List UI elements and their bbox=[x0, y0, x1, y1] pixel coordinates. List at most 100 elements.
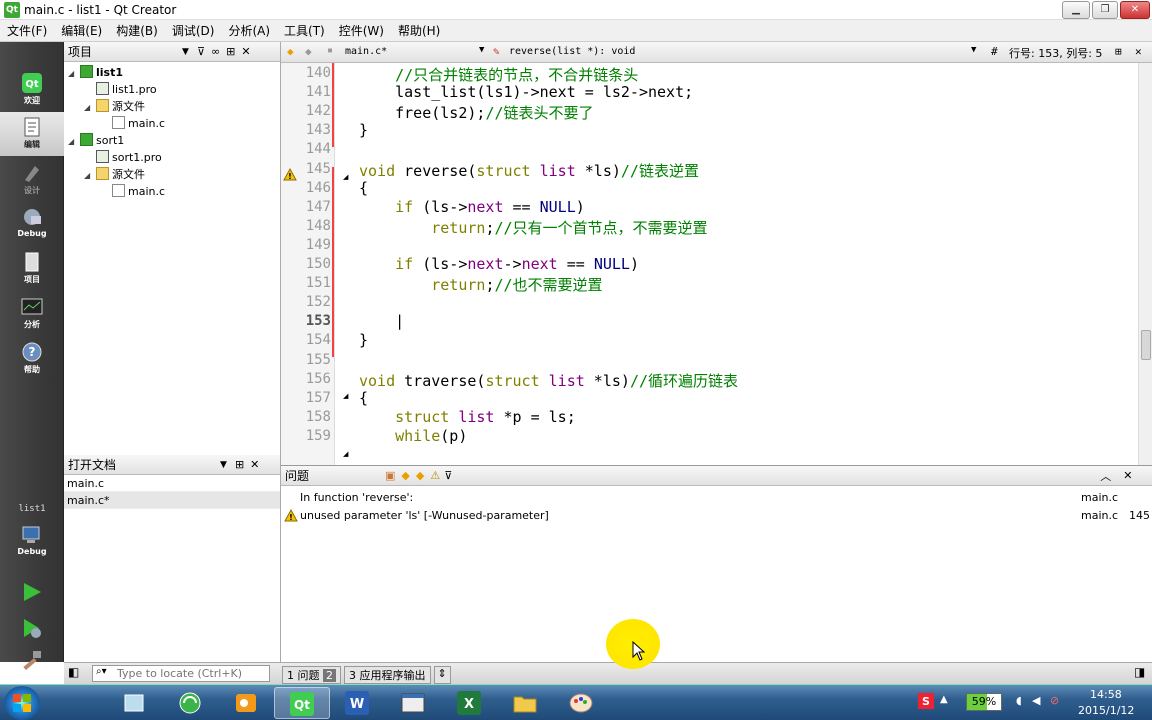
scrollbar-thumb[interactable] bbox=[1141, 330, 1151, 360]
build-issues-icon[interactable]: ▣ bbox=[385, 469, 395, 482]
start-button[interactable] bbox=[4, 686, 40, 720]
next-issue-icon[interactable]: ◆ bbox=[416, 469, 424, 482]
back-arrow-icon[interactable]: ◆ bbox=[287, 45, 294, 58]
chevron-down-icon[interactable]: ▼ bbox=[220, 460, 227, 470]
filter-icon[interactable]: ⊽ bbox=[444, 469, 452, 482]
code-line[interactable]: } bbox=[359, 121, 368, 139]
menu-file[interactable]: 文件(F) bbox=[0, 22, 54, 39]
chevron-updown-icon[interactable]: ⇕ bbox=[433, 666, 451, 684]
link-icon[interactable]: ∞ bbox=[211, 45, 220, 58]
open-document-item[interactable]: main.c bbox=[64, 475, 280, 492]
taskbar-app[interactable] bbox=[554, 687, 610, 719]
locator-input[interactable] bbox=[117, 667, 267, 680]
kit-selector[interactable]: Debug bbox=[0, 520, 64, 564]
code-editor[interactable]: ! ◢ ◢ ◢ 140 //只合并链表的节点，不合并链条头 141 last_li… bbox=[281, 63, 1152, 465]
close-editor-icon[interactable]: ✕ bbox=[1135, 45, 1142, 58]
code-line[interactable]: if (ls->next->next == NULL) bbox=[359, 255, 639, 273]
expand-arrow-icon[interactable]: ◢ bbox=[84, 167, 96, 184]
issue-row[interactable]: ! unused parameter 'ls' [-Wunused-parame… bbox=[281, 507, 1152, 525]
open-document-item[interactable]: main.c* bbox=[64, 492, 280, 509]
mode-debug[interactable]: Debug bbox=[0, 202, 64, 246]
filter-icon[interactable]: ⊽ bbox=[197, 45, 205, 58]
close-pane-icon[interactable]: ✕ bbox=[250, 458, 259, 471]
debug-run-icon[interactable] bbox=[20, 616, 44, 640]
locator-box[interactable]: ⌕▾ bbox=[92, 665, 270, 682]
vertical-scrollbar[interactable] bbox=[1138, 63, 1152, 465]
mode-help[interactable]: ? 帮助 bbox=[0, 337, 64, 381]
code-line[interactable]: free(ls2);//链表头不要了 bbox=[359, 102, 593, 123]
tree-item[interactable]: list1.pro bbox=[84, 81, 157, 98]
tree-item[interactable]: ◢ 源文件 bbox=[84, 98, 145, 115]
volume-icon[interactable]: ◀ bbox=[1032, 694, 1040, 707]
taskbar-app[interactable] bbox=[106, 687, 162, 719]
build-hammer-icon[interactable] bbox=[20, 648, 44, 672]
run-icon[interactable] bbox=[20, 580, 44, 604]
tree-item[interactable]: ◢ list1 bbox=[68, 64, 123, 81]
code-line[interactable]: void reverse(struct list *ls)//链表逆置 bbox=[359, 160, 699, 181]
chevron-down-icon[interactable]: ▼ bbox=[479, 45, 484, 55]
maximize-panel-icon[interactable]: ︿ bbox=[1100, 468, 1111, 484]
code-line[interactable]: return;//只有一个首节点，不需要逆置 bbox=[359, 217, 707, 238]
expand-arrow-icon[interactable]: ◢ bbox=[68, 133, 80, 150]
forward-arrow-icon[interactable]: ◆ bbox=[305, 45, 312, 58]
code-line[interactable]: if (ls->next == NULL) bbox=[359, 198, 585, 216]
code-line[interactable]: { bbox=[359, 179, 368, 197]
tree-item[interactable]: main.c bbox=[100, 115, 165, 132]
tree-item[interactable]: main.c bbox=[100, 183, 165, 200]
clock-time[interactable]: 14:58 bbox=[1090, 688, 1122, 701]
menu-debug[interactable]: 调试(D) bbox=[165, 22, 222, 39]
split-icon[interactable]: ⊞ bbox=[226, 45, 235, 58]
minimize-button[interactable]: ▁ bbox=[1062, 1, 1090, 19]
sidebar-toggle-icon[interactable]: ◧ bbox=[68, 665, 79, 679]
taskbar-app[interactable] bbox=[498, 687, 554, 719]
expand-arrow-icon[interactable]: ◢ bbox=[84, 99, 96, 116]
mode-welcome[interactable]: Qt 欢迎 bbox=[0, 68, 64, 112]
chevron-down-icon[interactable]: ▼ bbox=[182, 47, 189, 57]
menu-help[interactable]: 帮助(H) bbox=[391, 22, 447, 39]
split-icon[interactable]: ⊞ bbox=[1115, 45, 1122, 58]
tree-item[interactable]: ◢ 源文件 bbox=[84, 166, 145, 183]
mode-design[interactable]: 设计 bbox=[0, 158, 64, 202]
prev-issue-icon[interactable]: ◆ bbox=[401, 469, 409, 482]
close-pane-icon[interactable]: ✕ bbox=[241, 45, 250, 58]
code-line[interactable]: while(p) bbox=[359, 427, 467, 445]
network-icon[interactable]: ◖ bbox=[1016, 694, 1022, 707]
restore-button[interactable]: ❐ bbox=[1092, 1, 1118, 19]
mode-projects[interactable]: 项目 bbox=[0, 247, 64, 291]
code-line[interactable]: return;//也不需要逆置 bbox=[359, 274, 602, 295]
code-line[interactable]: } bbox=[359, 331, 368, 349]
mode-edit[interactable]: 编辑 bbox=[0, 112, 64, 156]
menu-analyze[interactable]: 分析(A) bbox=[221, 22, 277, 39]
issue-row[interactable]: In function 'reverse': main.c bbox=[281, 489, 1152, 507]
close-button[interactable]: ✕ bbox=[1120, 1, 1150, 19]
taskbar-app[interactable]: X bbox=[442, 687, 498, 719]
maximize-output-icon[interactable]: ◨ bbox=[1134, 665, 1145, 679]
menu-build[interactable]: 构建(B) bbox=[109, 22, 165, 39]
symbol-selector[interactable]: reverse(list *): void bbox=[509, 46, 635, 57]
code-line[interactable]: struct list *p = ls; bbox=[359, 408, 576, 426]
chevron-down-icon[interactable]: ▼ bbox=[971, 45, 976, 55]
close-panel-icon[interactable]: ✕ bbox=[1123, 469, 1132, 482]
code-line[interactable]: { bbox=[359, 389, 368, 407]
taskbar-app[interactable] bbox=[386, 687, 442, 719]
menu-widgets[interactable]: 控件(W) bbox=[332, 22, 391, 39]
warning-filter-icon[interactable]: ⚠ bbox=[430, 469, 440, 482]
taskbar-app[interactable] bbox=[162, 687, 218, 719]
tree-item[interactable]: sort1.pro bbox=[84, 149, 162, 166]
tab-issues[interactable]: 1 问题 2 bbox=[282, 666, 341, 684]
expand-arrow-icon[interactable]: ◢ bbox=[68, 65, 80, 82]
code-line[interactable]: void traverse(struct list *ls)//循环遍历链表 bbox=[359, 370, 738, 391]
menu-tools[interactable]: 工具(T) bbox=[277, 22, 332, 39]
code-line[interactable]: | bbox=[359, 312, 404, 330]
tree-item[interactable]: ◢ sort1 bbox=[68, 132, 124, 149]
menu-edit[interactable]: 编辑(E) bbox=[54, 22, 109, 39]
battery-indicator[interactable]: 59% bbox=[966, 693, 1002, 711]
file-selector[interactable]: main.c* bbox=[345, 46, 387, 57]
tab-app-output[interactable]: 3 应用程序输出 bbox=[344, 666, 431, 684]
code-line[interactable]: last_list(ls1)->next = ls2->next; bbox=[359, 83, 693, 101]
tray-expand-icon[interactable]: ▲ bbox=[940, 694, 948, 705]
code-line[interactable]: //只合并链表的节点，不合并链条头 bbox=[359, 64, 638, 85]
taskbar-app[interactable]: W bbox=[330, 687, 386, 719]
clock-date[interactable]: 2015/1/12 bbox=[1078, 704, 1134, 717]
mode-analyze[interactable]: 分析 bbox=[0, 292, 64, 336]
